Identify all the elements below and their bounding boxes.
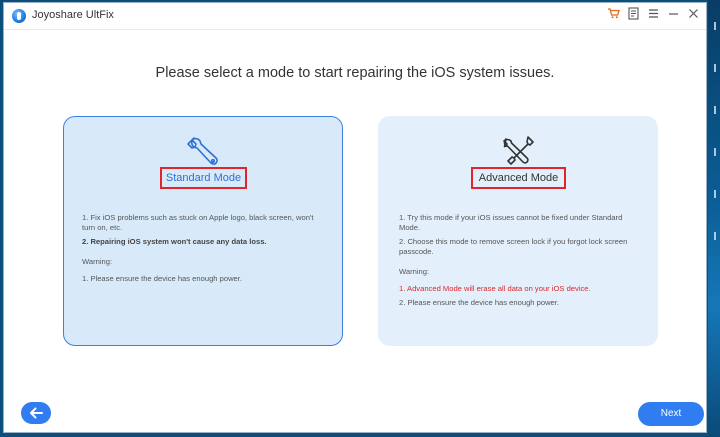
desktop-icon-marker [714,64,716,72]
title-bar: Joyoshare UltFix [4,3,706,30]
minimize-icon[interactable] [666,7,680,23]
menu-icon[interactable] [646,7,660,23]
app-window: Joyoshare UltFix Please select a mode to… [3,2,707,433]
close-icon[interactable] [686,7,700,23]
warning-item: 2. Please ensure the device has enough p… [399,298,560,307]
list-item: 2. Choose this mode to remove screen loc… [399,237,628,256]
desktop-icon-marker [714,190,716,198]
cart-icon[interactable] [606,7,620,23]
window-title: Joyoshare UltFix [32,9,114,21]
next-button[interactable]: Next [638,402,704,426]
advanced-mode-description: 1. Try this mode if your iOS issues cann… [399,213,643,312]
desktop-background [708,0,720,437]
tools-icon [498,134,538,170]
app-logo-icon [12,9,26,23]
standard-mode-label[interactable]: Standard Mode [160,167,247,189]
desktop-icon-marker [714,22,716,30]
warning-title: Warning: [82,257,113,266]
warning-item: 1. Advanced Mode will erase all data on … [399,284,591,293]
standard-mode-description: 1. Fix iOS problems such as stuck on App… [82,213,328,288]
list-item: 1. Fix iOS problems such as stuck on App… [82,213,314,232]
page-heading: Please select a mode to start repairing … [155,65,555,81]
desktop-icon-marker [714,232,716,240]
desktop-icon-marker [714,148,716,156]
arrow-left-icon [30,407,43,419]
titlebar-controls [606,7,700,23]
list-item: 2. Repairing iOS system won't cause any … [82,237,267,246]
advanced-mode-label[interactable]: Advanced Mode [471,167,566,189]
warning-item: 1. Please ensure the device has enough p… [82,274,243,283]
list-item: 1. Try this mode if your iOS issues cann… [399,213,623,232]
advanced-mode-card[interactable]: Advanced Mode 1. Try this mode if your i… [378,116,658,346]
standard-mode-card[interactable]: Standard Mode 1. Fix iOS problems such a… [63,116,343,346]
wrench-icon [183,134,223,170]
desktop-icon-marker [714,106,716,114]
back-button[interactable] [21,402,51,424]
warning-title: Warning: [399,267,430,276]
feedback-icon[interactable] [626,7,640,23]
